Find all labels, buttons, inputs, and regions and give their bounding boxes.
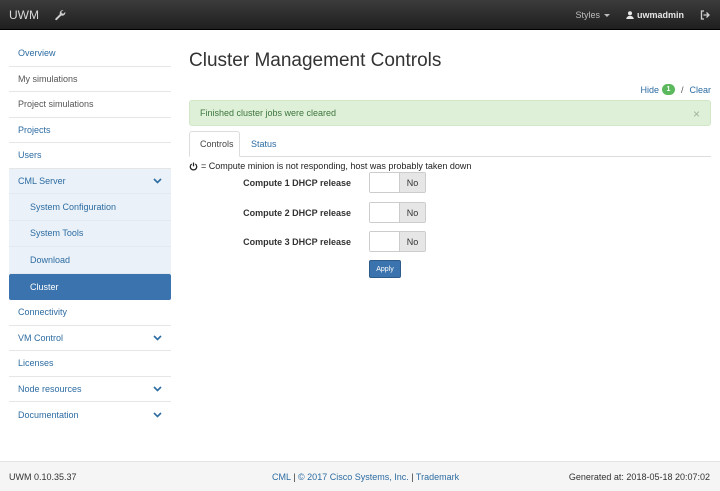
row-label: Compute 3 DHCP release	[243, 237, 351, 247]
user-icon	[626, 11, 634, 19]
apply-button[interactable]: Apply	[369, 260, 401, 278]
styles-label: Styles	[575, 10, 600, 20]
page-title: Cluster Management Controls	[189, 50, 442, 71]
sidebar-item-users[interactable]: Users	[9, 143, 171, 169]
sidebar-item-connectivity[interactable]: Connectivity	[9, 300, 171, 326]
tab-status[interactable]: Status	[241, 131, 287, 157]
dhcp-release-row: Compute 2 DHCP release No	[189, 202, 711, 224]
footer: UWM 0.10.35.37 CML | © 2017 Cisco System…	[0, 461, 720, 491]
sidebar-item-overview[interactable]: Overview	[9, 41, 171, 67]
sidebar-item-vm-control[interactable]: VM Control	[9, 326, 171, 351]
sidebar-item-system-tools[interactable]: System Tools	[9, 220, 171, 247]
row-label: Compute 2 DHCP release	[243, 208, 351, 218]
tab-label: Status	[251, 139, 277, 149]
sidebar-item-label: Connectivity	[18, 307, 68, 318]
logout-icon[interactable]	[700, 10, 710, 20]
wrench-icon[interactable]	[54, 9, 66, 21]
chevron-down-icon	[153, 412, 162, 418]
footer-links: CML | © 2017 Cisco Systems, Inc. | Trade…	[272, 472, 459, 482]
sidebar-item-label: System Configuration	[30, 201, 117, 212]
sidebar-item-label: Cluster	[30, 281, 59, 292]
row-label: Compute 1 DHCP release	[243, 178, 351, 188]
compute-3-dhcp-toggle[interactable]: No	[369, 231, 426, 252]
notification-controls: Hide 1 / Clear	[640, 84, 711, 95]
generated-timestamp: Generated at: 2018-05-18 20:07:02	[568, 472, 710, 482]
main-content: Cluster Management Controls Hide 1 / Cle…	[189, 50, 711, 278]
sidebar-item-label: VM Control	[18, 332, 64, 343]
separator: |	[293, 472, 296, 482]
chevron-down-icon	[153, 178, 162, 184]
version-text: UWM 0.10.35.37	[9, 472, 77, 482]
sidebar-item-licenses[interactable]: Licenses	[9, 351, 171, 377]
sidebar-item-label: CML Server	[18, 175, 66, 186]
user-menu[interactable]: uwmadmin	[626, 10, 684, 20]
power-icon	[189, 162, 198, 171]
sidebar-item-label: Project simulations	[18, 99, 94, 110]
tab-controls[interactable]: Controls	[189, 131, 240, 157]
brand-logo[interactable]: UWM	[9, 8, 39, 22]
sidebar-item-node-resources[interactable]: Node resources	[9, 377, 171, 402]
close-icon[interactable]: ×	[693, 107, 700, 121]
dhcp-release-row: Compute 3 DHCP release No	[189, 231, 711, 253]
dhcp-release-row: Compute 1 DHCP release No	[189, 172, 711, 194]
sidebar-item-system-configuration[interactable]: System Configuration	[9, 194, 171, 221]
compute-2-dhcp-toggle[interactable]: No	[369, 202, 426, 223]
sidebar-item-label: Licenses	[18, 358, 54, 369]
caret-down-icon	[603, 13, 610, 17]
sidebar-item-my-simulations[interactable]: My simulations	[9, 67, 171, 92]
notification-count-badge: 1	[661, 84, 675, 95]
separator: /	[680, 84, 684, 95]
toggle-value: No	[400, 232, 425, 251]
sidebar-item-label: System Tools	[30, 228, 84, 239]
sidebar-item-cml-server[interactable]: CML Server	[9, 168, 171, 194]
hide-link[interactable]: Hide	[640, 85, 659, 95]
top-navbar: UWM Styles uwmadmin	[0, 0, 720, 30]
username: uwmadmin	[636, 10, 684, 20]
sidebar-item-projects[interactable]: Projects	[9, 118, 171, 143]
toggle-knob	[370, 232, 400, 251]
alert-message: Finished cluster jobs were cleared	[200, 108, 337, 118]
legend-note-text: = Compute minion is not responding, host…	[201, 161, 472, 171]
sidebar-item-documentation[interactable]: Documentation	[9, 402, 171, 428]
clear-link[interactable]: Clear	[689, 85, 711, 95]
chevron-down-icon	[153, 335, 162, 341]
chevron-down-icon	[153, 386, 162, 392]
legend-note: = Compute minion is not responding, host…	[189, 161, 471, 171]
sidebar-nav: Overview My simulations Project simulati…	[9, 41, 171, 428]
toggle-value: No	[400, 173, 425, 192]
styles-dropdown[interactable]: Styles	[575, 10, 610, 20]
sidebar-item-cluster[interactable]: Cluster	[9, 273, 171, 300]
trademark-link[interactable]: Trademark	[416, 472, 459, 482]
toggle-knob	[370, 173, 400, 192]
sidebar-item-download[interactable]: Download	[9, 247, 171, 274]
copyright-link[interactable]: © 2017 Cisco Systems, Inc.	[298, 472, 409, 482]
tab-label: Controls	[200, 139, 234, 149]
success-alert: Finished cluster jobs were cleared ×	[189, 100, 711, 126]
toggle-value: No	[400, 203, 425, 222]
toggle-knob	[370, 203, 400, 222]
sidebar-item-project-simulations[interactable]: Project simulations	[9, 92, 171, 118]
sidebar-item-label: Projects	[18, 124, 51, 135]
sidebar-item-label: Documentation	[18, 409, 79, 420]
sidebar-item-label: Users	[18, 150, 42, 161]
compute-1-dhcp-toggle[interactable]: No	[369, 172, 426, 193]
sidebar-item-label: Download	[30, 254, 71, 265]
separator: |	[411, 472, 414, 482]
sidebar-item-label: Overview	[18, 48, 56, 59]
tab-bar: Controls Status	[189, 131, 711, 157]
sidebar-item-label: My simulations	[18, 73, 78, 84]
sidebar-item-label: Node resources	[18, 383, 82, 394]
cml-link[interactable]: CML	[272, 472, 291, 482]
